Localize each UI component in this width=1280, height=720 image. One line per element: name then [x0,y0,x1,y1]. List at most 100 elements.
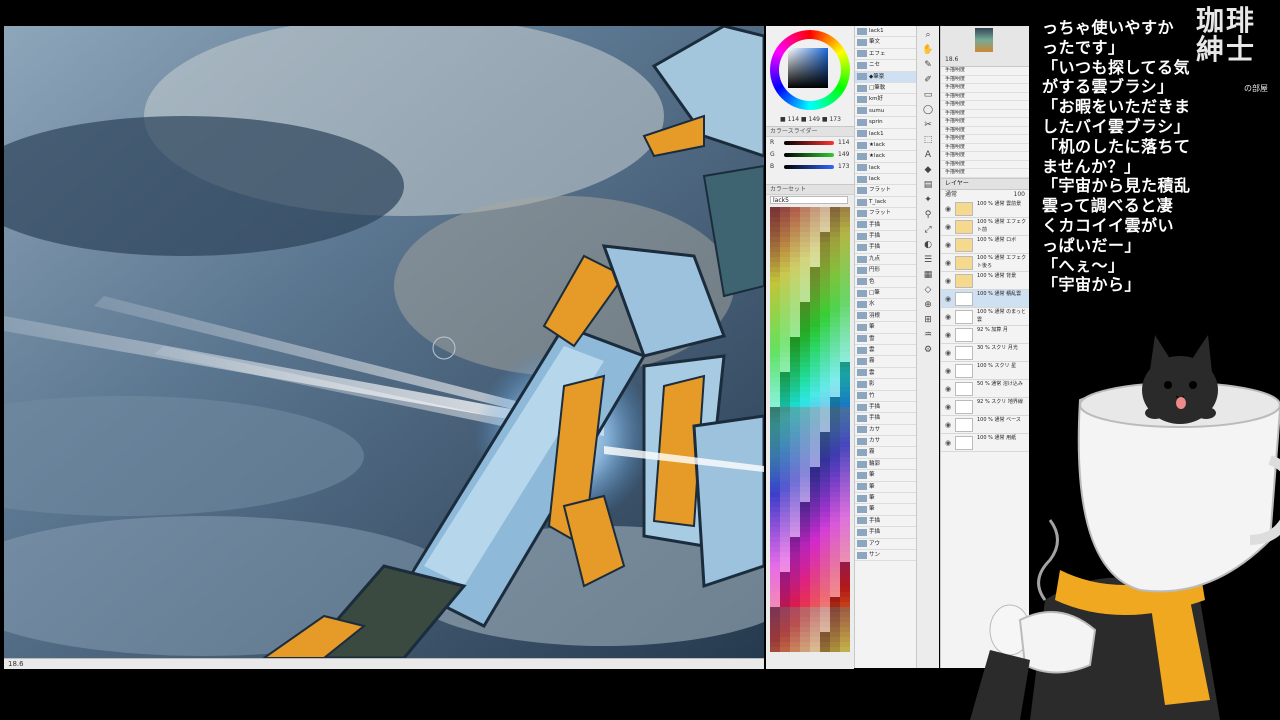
canvas-zoom-value[interactable]: 18.6 [8,660,24,668]
tool-icon[interactable]: ⬚ [921,134,935,146]
tool-icon[interactable]: ✦ [921,194,935,206]
color-swatch[interactable] [810,647,820,652]
sub-tool-item[interactable]: 霧 [855,447,917,459]
slider-blue[interactable]: B 173 [766,161,854,173]
color-swatch[interactable] [830,647,840,652]
sub-tool-item[interactable]: 手描 [855,516,917,528]
sub-tool-item[interactable]: 円形 [855,265,917,277]
sub-tool-item[interactable]: 影 [855,379,917,391]
visibility-eye-icon[interactable]: ◉ [945,223,951,231]
layer-folder[interactable]: ◉ 100 % 通常 エフェクト後ろ [941,254,1029,272]
sub-view-item[interactable]: 手描明度 [941,67,1029,76]
sub-tool-item[interactable]: 手描 [855,402,917,414]
blend-mode-select[interactable]: 通常 [945,190,957,200]
visibility-eye-icon[interactable]: ◉ [945,241,951,249]
sub-tool-item[interactable]: 筆 [855,470,917,482]
sub-tool-item[interactable]: 羽根 [855,311,917,323]
sub-view-item[interactable]: 手描明度 [941,161,1029,169]
slider-blue-track[interactable] [784,165,834,169]
tool-icon[interactable]: ⊞ [921,314,935,326]
color-swatch-grid[interactable] [770,207,850,653]
drawing-canvas[interactable] [4,26,764,658]
sub-tool-item[interactable]: lack1 [855,26,917,38]
tool-icon[interactable]: ▭ [921,89,935,101]
sub-tool-item[interactable]: 九点 [855,254,917,266]
sub-view-item[interactable]: 手描明度 [941,135,1029,144]
sub-tool-item[interactable]: lack [855,174,917,186]
tool-icon[interactable]: ⚲ [921,209,935,221]
layer-folder[interactable]: ◉ 100 % 通常 雲前景 [941,200,1029,218]
sub-view-item[interactable]: 手描明度 [941,169,1029,178]
tool-icon[interactable]: ✂ [921,119,935,131]
tool-icon[interactable]: A [921,149,935,161]
tool-icon[interactable]: ✐ [921,74,935,86]
sub-tool-item[interactable]: ★lack [855,151,917,163]
layer-folder[interactable]: ◉ 100 % 通常 エフェクト前 [941,218,1029,236]
sub-tool-item[interactable]: lack1 [855,129,917,140]
visibility-eye-icon[interactable]: ◉ [945,205,951,213]
sub-tool-item[interactable]: サン [855,550,917,562]
slider-green-track[interactable] [784,153,834,157]
sub-tool-item[interactable]: カサ [855,425,917,437]
sub-tool-item[interactable]: 筆 [855,322,917,334]
sub-tool-item[interactable]: 雲 [855,345,917,357]
tool-icon[interactable]: ▤ [921,179,935,191]
sub-tool-item[interactable]: 手描 [855,231,917,243]
sub-view-item[interactable]: 手描明度 [941,127,1029,135]
sub-tool-item[interactable]: 水 [855,299,917,311]
sub-tool-item[interactable]: 筆 [855,493,917,505]
layer-folder[interactable]: ◉ 100 % 通常 背景 [941,272,1029,290]
color-set-dropdown[interactable]: lack5 [770,196,848,204]
sub-tool-item[interactable]: フラット [855,185,917,197]
slider-red[interactable]: R 114 [766,137,854,149]
visibility-eye-icon[interactable]: ◉ [945,277,951,285]
sub-tool-item[interactable]: カサ [855,436,917,448]
tool-icon[interactable]: ◆ [921,164,935,176]
opacity-value[interactable]: 100 [1014,190,1025,200]
tool-icon[interactable]: ◐ [921,239,935,251]
sub-tool-item[interactable]: 手描 [855,413,917,425]
sub-tool-item[interactable]: 筆 [855,482,917,494]
sub-view-item[interactable]: 手描明度 [941,76,1029,84]
sub-tool-item[interactable]: フラット [855,208,917,220]
tool-icon[interactable]: ♒ [921,329,935,341]
tool-icon[interactable]: ▦ [921,269,935,281]
slider-red-value[interactable]: 114 [838,139,849,146]
color-swatch[interactable] [790,647,800,652]
sub-view-item[interactable]: 手描明度 [941,84,1029,93]
tool-icon[interactable]: ⌕ [921,29,935,41]
tool-icon[interactable]: ⚙ [921,344,935,356]
sub-tool-item[interactable]: ★lack [855,140,917,152]
sub-tool-item[interactable]: 竹 [855,391,917,402]
tool-icon[interactable]: ✎ [921,59,935,71]
sub-tool-item[interactable]: 霧 [855,356,917,368]
sub-tool-item[interactable]: □筆軟 [855,83,917,95]
sub-tool-item[interactable]: 筆 [855,504,917,516]
color-swatch[interactable] [780,647,790,652]
sub-tool-item[interactable]: アウ [855,539,917,550]
sub-tool-item[interactable]: 輪郭 [855,459,917,471]
sub-tool-item[interactable]: 雪 [855,334,917,345]
sub-tool-item[interactable]: lack [855,163,917,175]
tool-icon[interactable]: ✋ [921,44,935,56]
sub-tool-item[interactable]: 色 [855,277,917,288]
tool-icon[interactable]: ⤢ [921,224,935,236]
tool-icon[interactable]: ◯ [921,104,935,116]
visibility-eye-icon[interactable]: ◉ [945,259,951,267]
sub-tool-item[interactable]: km好 [855,94,917,106]
sub-tool-item[interactable]: T_lack [855,197,917,209]
navigator-thumbnail[interactable] [975,28,993,52]
sub-tool-item[interactable]: □筆 [855,288,917,300]
sub-tool-item[interactable]: エフェ [855,49,917,61]
sub-view-item[interactable]: 手描明度 [941,152,1029,161]
sub-tool-item[interactable]: 手描 [855,527,917,539]
navigator-zoom[interactable]: 18.6 [945,56,958,63]
saturation-value-square[interactable] [788,48,828,88]
layer-folder[interactable]: ◉ 100 % 通常 ロボ [941,236,1029,254]
sub-tool-item[interactable]: ◆筆豪 [855,71,917,83]
sub-tool-item[interactable]: 筆文 [855,37,917,49]
tool-icon[interactable]: ⊕ [921,299,935,311]
color-swatch[interactable] [770,647,780,652]
tool-icon[interactable]: ◇ [921,284,935,296]
sub-view-item[interactable]: 手描明度 [941,101,1029,110]
